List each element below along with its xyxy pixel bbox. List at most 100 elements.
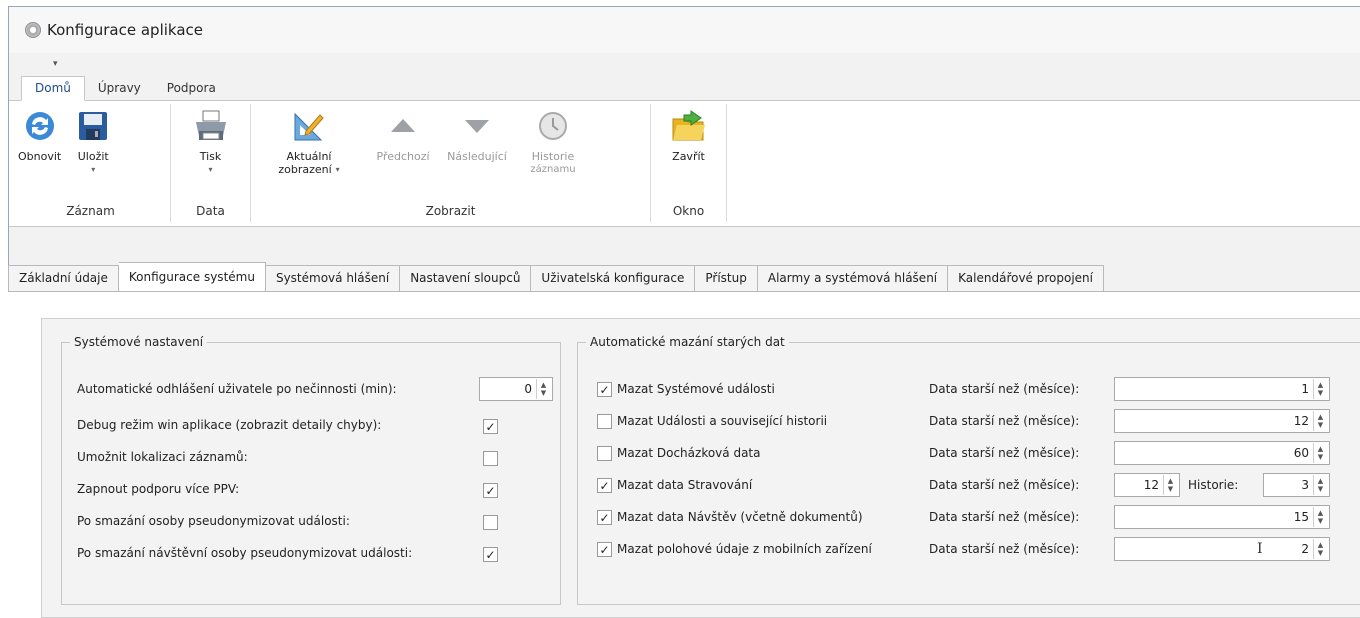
- tab-system-config[interactable]: Konfigurace systému: [118, 262, 266, 292]
- refresh-button[interactable]: Obnovit: [11, 104, 68, 202]
- older-than-label: Data starší než (měsíce):: [929, 446, 1080, 460]
- delete-option-label: Mazat data Návštěv (včetně dokumentů): [617, 510, 863, 524]
- system-setting-checkbox[interactable]: [483, 515, 498, 530]
- spin-buttons[interactable]: ▲ ▼: [1313, 539, 1327, 559]
- record-history-button[interactable]: Historie záznamu: [515, 104, 591, 202]
- months-spinner[interactable]: 1 ▲ ▼: [1114, 377, 1330, 401]
- next-button[interactable]: Následující: [439, 104, 515, 202]
- spin-buttons[interactable]: ▲ ▼: [1313, 379, 1327, 399]
- system-setting-label: Debug režim win aplikace (zobrazit detai…: [77, 418, 382, 432]
- tab-podpora[interactable]: Podpora: [154, 77, 229, 100]
- current-view-dropdown-icon[interactable]: ▾: [336, 163, 340, 176]
- months-spinner[interactable]: 12 ▲ ▼: [1114, 409, 1330, 433]
- previous-button[interactable]: Předchozí: [367, 104, 439, 202]
- record-history-label-2: záznamu: [530, 164, 576, 175]
- up-icon[interactable]: ▲: [541, 381, 546, 389]
- up-icon[interactable]: ▲: [1318, 381, 1323, 389]
- logout-label: Automatické odhlášení uživatele po nečin…: [77, 382, 397, 396]
- up-icon[interactable]: ▲: [1318, 541, 1323, 549]
- up-icon[interactable]: ▲: [1318, 413, 1323, 421]
- delete-option-checkbox[interactable]: ✓: [597, 478, 612, 493]
- spin-buttons[interactable]: ▲ ▼: [1313, 411, 1327, 431]
- delete-option-checkbox[interactable]: ✓: [597, 510, 612, 525]
- up-icon[interactable]: ▲: [1168, 477, 1173, 485]
- months-spinner[interactable]: 12 ▲ ▼: [1114, 473, 1180, 497]
- system-setting-label: Po smazání návštěvní osoby pseudonymizov…: [77, 546, 413, 560]
- spin-buttons[interactable]: ▲ ▼: [1313, 507, 1327, 527]
- tab-alarms[interactable]: Alarmy a systémová hlášení: [757, 265, 949, 292]
- system-setting-checkbox[interactable]: ✓: [483, 483, 498, 498]
- settings-area: Systémové nastavení Automatické odhlášen…: [41, 318, 1360, 618]
- arrow-down-icon: [459, 108, 495, 144]
- down-icon[interactable]: ▼: [541, 389, 546, 397]
- text-cursor-icon: I: [1257, 541, 1263, 557]
- history-label: Historie:: [1188, 478, 1239, 492]
- system-setting-checkbox[interactable]: ✓: [483, 547, 498, 562]
- tab-basic-info[interactable]: Základní údaje: [8, 265, 119, 292]
- months-value: 1: [1301, 382, 1309, 396]
- tab-calendar-link[interactable]: Kalendářové propojení: [948, 265, 1104, 292]
- save-dropdown-icon[interactable]: ▾: [91, 163, 95, 176]
- quick-access-toolbar-dropdown[interactable]: ▾: [9, 53, 1360, 75]
- older-than-label: Data starší než (měsíce):: [929, 542, 1080, 556]
- current-view-button[interactable]: Aktuální zobrazení ▾: [251, 104, 367, 202]
- print-button[interactable]: Tisk ▾: [186, 104, 236, 202]
- printer-icon: [193, 108, 229, 144]
- months-value: 12: [1143, 478, 1159, 492]
- current-view-label-2: zobrazení: [278, 163, 332, 176]
- history-spinner[interactable]: 3 ▲ ▼: [1263, 473, 1330, 497]
- down-icon[interactable]: ▼: [1168, 485, 1173, 493]
- tab-user-config[interactable]: Uživatelská konfigurace: [531, 265, 696, 292]
- months-spinner[interactable]: 15 ▲ ▼: [1114, 505, 1330, 529]
- title-bar: Konfigurace aplikace: [9, 7, 1360, 53]
- delete-option-label: Mazat Systémové události: [617, 382, 775, 396]
- system-setting-checkbox[interactable]: [483, 451, 498, 466]
- group-label-okno: Okno: [672, 204, 705, 218]
- up-icon[interactable]: ▲: [1318, 445, 1323, 453]
- up-icon[interactable]: ▲: [1318, 509, 1323, 517]
- down-icon[interactable]: ▼: [1318, 549, 1323, 557]
- spin-buttons[interactable]: ▲ ▼: [1313, 443, 1327, 463]
- system-setting-checkbox[interactable]: ✓: [483, 419, 498, 434]
- delete-option-checkbox[interactable]: ✓: [597, 382, 612, 397]
- auto-delete-group: Automatické mazání starých dat: [577, 335, 1360, 605]
- months-value: 60: [1293, 446, 1309, 460]
- tab-domu[interactable]: Domů: [21, 76, 85, 101]
- print-label: Tisk: [199, 150, 222, 163]
- group-okno: Zavřít Okno: [651, 104, 727, 222]
- down-icon[interactable]: ▼: [1318, 421, 1323, 429]
- delete-option-checkbox[interactable]: [597, 414, 612, 429]
- tab-access[interactable]: Přístup: [695, 265, 758, 292]
- delete-option-checkbox[interactable]: [597, 446, 612, 461]
- logout-minutes-spinner[interactable]: 0 ▲ ▼: [479, 377, 553, 401]
- tab-system-messages[interactable]: Systémová hlášení: [265, 265, 401, 292]
- spin-buttons[interactable]: ▲ ▼: [1313, 475, 1327, 495]
- delete-option-label: Mazat polohové údaje z mobilních zařízen…: [617, 542, 872, 556]
- close-button[interactable]: Zavřít: [664, 104, 714, 202]
- spin-buttons[interactable]: ▲ ▼: [1163, 475, 1177, 495]
- down-icon[interactable]: ▼: [1318, 389, 1323, 397]
- months-spinner[interactable]: 60 ▲ ▼: [1114, 441, 1330, 465]
- next-label: Následující: [447, 150, 507, 163]
- down-icon[interactable]: ▼: [1318, 485, 1323, 493]
- up-icon[interactable]: ▲: [1318, 477, 1323, 485]
- tab-column-settings[interactable]: Nastavení sloupců: [400, 265, 532, 292]
- previous-label: Předchozí: [376, 150, 430, 163]
- system-settings-legend: Systémové nastavení: [74, 335, 204, 349]
- spin-buttons[interactable]: ▲ ▼: [536, 379, 550, 399]
- older-than-label: Data starší než (měsíce):: [929, 478, 1080, 492]
- delete-option-checkbox[interactable]: ✓: [597, 542, 612, 557]
- months-value: 12: [1293, 414, 1309, 428]
- system-setting-label: Zapnout podporu více PPV:: [77, 482, 240, 496]
- tab-upravy[interactable]: Úpravy: [85, 77, 154, 100]
- down-icon[interactable]: ▼: [1318, 517, 1323, 525]
- group-label-data: Data: [196, 204, 225, 218]
- print-dropdown-icon[interactable]: ▾: [208, 163, 212, 176]
- months-spinner[interactable]: I 2 ▲ ▼: [1114, 537, 1330, 561]
- save-button[interactable]: Uložit ▾: [68, 104, 118, 202]
- save-label: Uložit: [77, 150, 109, 163]
- group-label-zaznam: Záznam: [66, 204, 115, 218]
- clock-icon: [535, 108, 571, 144]
- ribbon: Obnovit Uložit ▾ Záznam Tisk ▾ Data Aktu…: [9, 101, 1360, 227]
- down-icon[interactable]: ▼: [1318, 453, 1323, 461]
